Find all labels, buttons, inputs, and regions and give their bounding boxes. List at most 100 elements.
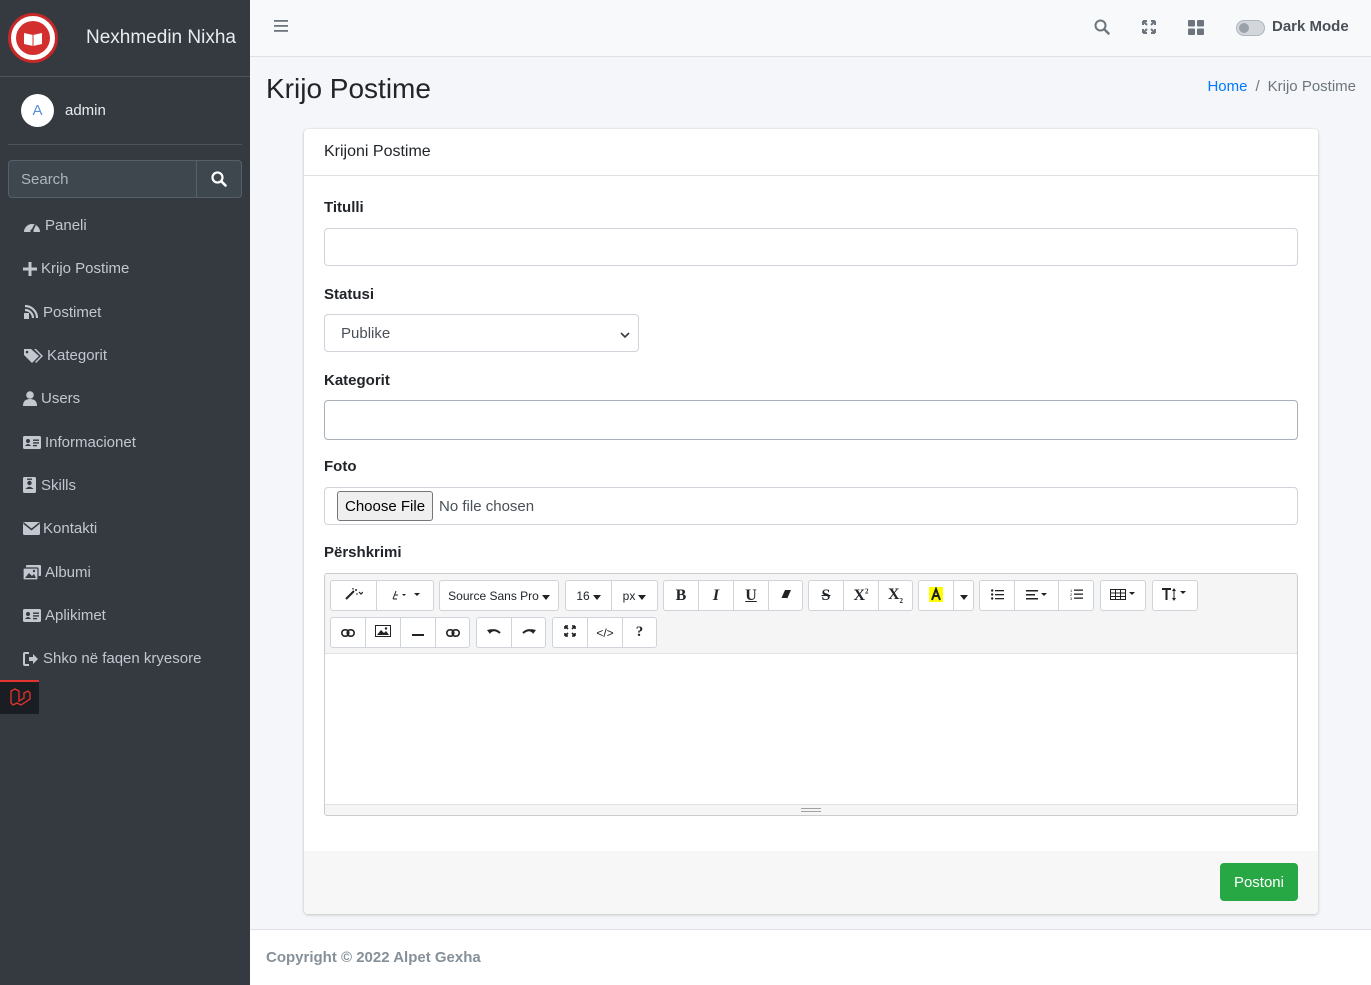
insert-image-button[interactable] bbox=[365, 617, 401, 648]
dark-mode-label: Dark Mode bbox=[1272, 18, 1349, 35]
italic-button[interactable]: I bbox=[698, 580, 734, 611]
ordered-list-icon: 123 bbox=[1070, 588, 1083, 603]
sidebar-item-informacionet[interactable]: Informacionet bbox=[0, 420, 250, 463]
bold-button[interactable]: B bbox=[663, 580, 699, 611]
id-card-icon bbox=[23, 435, 45, 449]
line-height-dropdown[interactable] bbox=[1152, 580, 1198, 611]
sidebar-item-postimet[interactable]: Postimet bbox=[0, 291, 250, 334]
sidebar-item-users[interactable]: Users bbox=[0, 377, 250, 420]
ordered-list-button[interactable]: 123 bbox=[1058, 580, 1094, 611]
fullscreen-button[interactable] bbox=[552, 617, 588, 648]
help-button[interactable]: ? bbox=[622, 617, 657, 648]
choose-file-button[interactable]: Choose File bbox=[337, 491, 434, 521]
redo-button[interactable] bbox=[511, 617, 546, 648]
sidebar-item-paneli[interactable]: Paneli bbox=[0, 204, 250, 247]
status-select[interactable]: Publike bbox=[324, 314, 639, 352]
envelope-icon bbox=[23, 522, 43, 536]
chevron-down-icon bbox=[620, 327, 630, 344]
plus-icon bbox=[23, 261, 41, 276]
status-selected-value: Publike bbox=[341, 324, 391, 342]
page-title: Krijo Postime bbox=[266, 73, 431, 104]
undo-button[interactable] bbox=[476, 617, 512, 648]
question-icon: ? bbox=[635, 624, 644, 640]
resize-grip-icon bbox=[801, 808, 821, 812]
status-label: Statusi bbox=[324, 286, 375, 303]
table-dropdown-button[interactable] bbox=[1100, 580, 1146, 611]
create-post-card: Krijoni Postime Titulli Statusi Publike … bbox=[304, 129, 1318, 914]
link-icon bbox=[341, 626, 355, 640]
svg-text:3: 3 bbox=[1070, 596, 1073, 600]
fullscreen-icon[interactable] bbox=[1142, 20, 1156, 38]
table-icon bbox=[1110, 588, 1136, 603]
strikethrough-button[interactable]: S bbox=[808, 580, 844, 611]
breadcrumb: Home / Krijo Postime bbox=[1207, 78, 1356, 95]
id-card-icon bbox=[23, 608, 45, 622]
search-icon[interactable] bbox=[1094, 19, 1110, 39]
sidebar-item-kontakti[interactable]: Kontakti bbox=[0, 507, 250, 550]
color-dropdown-button[interactable] bbox=[953, 580, 974, 611]
sign-out-icon bbox=[23, 651, 43, 666]
font-style-dropdown[interactable] bbox=[376, 580, 434, 611]
paragraph-align-dropdown[interactable] bbox=[1014, 580, 1059, 611]
brand-link[interactable]: Nexhmedin Nixha bbox=[0, 0, 250, 77]
category-input[interactable] bbox=[324, 400, 1298, 440]
font-unit-dropdown[interactable]: px bbox=[611, 580, 658, 611]
font-family-dropdown[interactable]: Source Sans Pro bbox=[439, 580, 559, 611]
apps-grid-icon[interactable] bbox=[1188, 20, 1204, 39]
dark-mode-toggle[interactable] bbox=[1236, 20, 1265, 36]
italic-icon: I bbox=[712, 586, 720, 604]
sidebar-item-kategorit[interactable]: Kategorit bbox=[0, 334, 250, 377]
redo-icon bbox=[521, 626, 536, 640]
subscript-button[interactable]: X2 bbox=[878, 580, 913, 611]
caret-down-icon bbox=[592, 589, 601, 603]
breadcrumb-home-link[interactable]: Home bbox=[1207, 78, 1247, 95]
editor-content-area[interactable] bbox=[325, 654, 1297, 804]
insert-link-alt-button[interactable] bbox=[435, 617, 470, 648]
eraser-style-icon bbox=[390, 589, 420, 603]
magic-style-button[interactable] bbox=[330, 580, 377, 611]
sidebar-item-skills[interactable]: Skills bbox=[0, 464, 250, 507]
user-icon bbox=[23, 391, 41, 407]
highlight-color-icon bbox=[929, 585, 943, 605]
sidebar-item-shko-ne-faqen-kryesore[interactable]: Shko në faqen kryesore bbox=[0, 637, 250, 680]
brand-logo bbox=[8, 13, 58, 63]
insert-link-button[interactable] bbox=[330, 617, 366, 648]
menu-icon[interactable] bbox=[274, 19, 288, 37]
sidebar-item-krijo-postime[interactable]: Krijo Postime bbox=[0, 247, 250, 290]
sidebar-nav: Paneli Krijo Postime Postimet Kategorit … bbox=[0, 204, 250, 680]
sidebar-search-input[interactable]: Search bbox=[8, 160, 196, 198]
user-name[interactable]: admin bbox=[65, 102, 106, 119]
photo-file-input[interactable]: Choose File No file chosen bbox=[324, 487, 1298, 525]
undo-icon bbox=[487, 626, 501, 640]
user-panel[interactable]: A admin bbox=[8, 77, 242, 145]
text-height-icon bbox=[1162, 587, 1188, 604]
fullscreen-icon bbox=[564, 625, 576, 640]
search-icon bbox=[211, 171, 227, 187]
rich-text-editor: Source Sans Pro 16 px B I U S X2 X2 123 bbox=[324, 573, 1298, 816]
sidebar-item-albumi[interactable]: Albumi bbox=[0, 550, 250, 593]
submit-post-button[interactable]: Postoni bbox=[1219, 863, 1298, 901]
sidebar-search-button[interactable] bbox=[196, 160, 242, 198]
file-status: No file chosen bbox=[439, 497, 535, 515]
clear-format-button[interactable] bbox=[768, 580, 803, 611]
eraser-icon bbox=[780, 589, 792, 603]
horizontal-rule-button[interactable] bbox=[400, 617, 436, 648]
sidebar-search: Search bbox=[8, 160, 242, 198]
text-color-button[interactable] bbox=[918, 580, 954, 611]
editor-resize-bar[interactable] bbox=[325, 804, 1297, 815]
font-size-dropdown[interactable]: 16 bbox=[565, 580, 612, 611]
card-title: Krijoni Postime bbox=[304, 129, 1318, 176]
picture-icon bbox=[375, 625, 391, 640]
code-icon: </> bbox=[596, 625, 614, 640]
title-input[interactable] bbox=[324, 228, 1298, 266]
bold-icon: B bbox=[675, 586, 687, 604]
unordered-list-button[interactable] bbox=[979, 580, 1015, 611]
superscript-button[interactable]: X2 bbox=[843, 580, 879, 611]
underline-button[interactable]: U bbox=[733, 580, 769, 611]
photo-label: Foto bbox=[324, 458, 357, 475]
code-view-button[interactable]: </> bbox=[587, 617, 623, 648]
sidebar-item-aplikimet[interactable]: Aplikimet bbox=[0, 594, 250, 637]
laravel-icon[interactable] bbox=[0, 680, 39, 714]
blog-icon bbox=[23, 304, 43, 320]
subscript-icon: X2 bbox=[887, 585, 904, 606]
